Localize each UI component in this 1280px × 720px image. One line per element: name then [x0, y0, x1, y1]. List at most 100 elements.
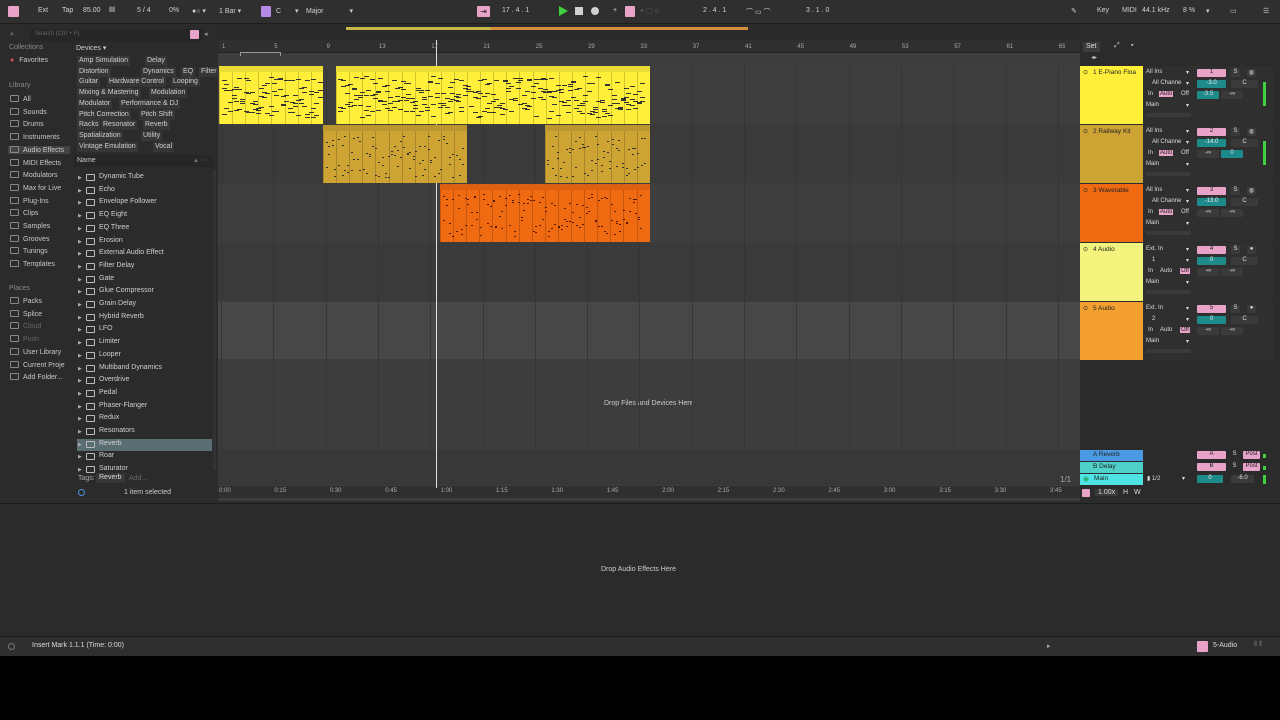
midi-clip[interactable]: [323, 125, 467, 183]
browser-file-item[interactable]: ▶ LFO: [77, 324, 212, 336]
browser-file-item[interactable]: ▶ Limiter: [77, 337, 212, 349]
zoom-field[interactable]: 1.00x: [1095, 489, 1119, 496]
metronome-icon[interactable]: ●○ ▾: [192, 7, 206, 15]
device-filter-chip[interactable]: Pitch Shift: [139, 109, 175, 120]
expand-arrow-icon[interactable]: ▶: [78, 315, 82, 321]
dropdown-arrow-icon[interactable]: ▾: [1186, 246, 1189, 253]
monitor-auto-button[interactable]: Auto: [1159, 209, 1174, 215]
track-activator[interactable]: 2: [1197, 128, 1226, 136]
device-filter-chip[interactable]: Guitar: [77, 77, 101, 88]
send-b-field[interactable]: 0: [1221, 150, 1243, 158]
expand-arrow-icon[interactable]: ▶: [78, 302, 82, 308]
dropdown-arrow-icon[interactable]: ▾: [1186, 257, 1189, 264]
sidebar-item-favorites[interactable]: ● Favorites: [10, 57, 48, 64]
expand-arrow-icon[interactable]: ▶: [78, 391, 82, 397]
track-header-1[interactable]: ⊙ 1 E-Piano Floa: [1080, 66, 1143, 124]
sidebar-item-plug-ins[interactable]: Plug-Ins: [8, 196, 70, 205]
place-item-push[interactable]: Push: [10, 335, 39, 343]
scale-dropdown[interactable]: Major ▾: [306, 7, 353, 15]
browser-file-item[interactable]: ▶ EQ Eight: [77, 210, 212, 222]
device-filter-chip[interactable]: Resonator: [101, 120, 138, 131]
return-header-b[interactable]: B Delay: [1080, 462, 1143, 473]
return-activator[interactable]: A: [1197, 451, 1226, 459]
dropdown-arrow-icon[interactable]: ▾: [1186, 279, 1189, 286]
device-filter-chip[interactable]: Modulator: [77, 98, 113, 109]
expand-arrow-icon[interactable]: ▶: [78, 289, 82, 295]
browser-file-item[interactable]: ▶ Reverb: [77, 438, 212, 451]
metronome-nudge-icon[interactable]: ⦀⦀: [109, 7, 115, 15]
key-scale-toggle-icon[interactable]: [261, 6, 271, 17]
lock-icon[interactable]: ▪: [1131, 42, 1133, 49]
send-a-field[interactable]: -∞: [1197, 209, 1219, 217]
sort-icon[interactable]: ▲ ⋯: [193, 157, 207, 164]
monitor-off-button[interactable]: Off: [1180, 327, 1190, 333]
sidebar-item-samples[interactable]: Samples: [8, 222, 70, 230]
browser-file-item[interactable]: ▶ Erosion: [77, 236, 212, 248]
return-post-toggle[interactable]: Post: [1243, 463, 1260, 471]
bar-ruler[interactable]: [218, 40, 1080, 53]
zoom-icon[interactable]: [1082, 489, 1090, 497]
monitor-auto-button[interactable]: Auto: [1159, 327, 1173, 333]
solo-button[interactable]: S: [1231, 128, 1240, 136]
groove-amount-field[interactable]: 0%: [169, 7, 179, 14]
expand-arrow-icon[interactable]: ▶: [78, 467, 82, 473]
device-filter-chip[interactable]: Performance & DJ: [119, 98, 181, 109]
monitor-off-button[interactable]: Off: [1180, 209, 1190, 215]
solo-button[interactable]: S: [1231, 69, 1240, 77]
device-filter-chip[interactable]: Reverb: [143, 120, 170, 131]
punch-loop-icons[interactable]: ⌒ ▭ ⌒: [746, 7, 771, 17]
send-a-field[interactable]: -∞: [1197, 150, 1219, 158]
pan-field[interactable]: C: [1231, 139, 1258, 147]
play-icon[interactable]: [559, 6, 568, 16]
overdub-icon[interactable]: +: [613, 7, 617, 14]
browser-file-item[interactable]: ▶ Looper: [77, 350, 212, 362]
sidebar-item-templates[interactable]: Templates: [8, 260, 70, 268]
track-activator[interactable]: 4: [1197, 246, 1226, 254]
dropdown-arrow-icon[interactable]: ▾: [1186, 128, 1189, 135]
browser-file-item[interactable]: ▶ Glue Compressor: [77, 286, 212, 298]
track-activator[interactable]: 5: [1197, 305, 1226, 313]
track-fold-icon[interactable]: ⊙: [1083, 187, 1088, 194]
input-type-dropdown[interactable]: All Ins: [1146, 128, 1162, 134]
solo-button[interactable]: S: [1231, 305, 1240, 313]
device-filter-chip[interactable]: Distortion: [77, 66, 111, 77]
input-channel-dropdown[interactable]: All Channe: [1152, 80, 1181, 86]
browser-file-item[interactable]: ▶ Envelope Follower: [77, 197, 212, 209]
arm-button[interactable]: ●: [1247, 305, 1256, 313]
expand-arrow-icon[interactable]: ▶: [78, 251, 82, 257]
track-lane-4[interactable]: [218, 243, 1080, 301]
browser-file-item[interactable]: ▶ Saturator: [77, 464, 212, 476]
browser-file-item[interactable]: ▶ Multiband Dynamics: [77, 363, 212, 375]
monitor-off-button[interactable]: Off: [1180, 91, 1190, 97]
view-menu-icon[interactable]: ☰: [1263, 7, 1269, 15]
device-filter-chip[interactable]: Vintage Emulation: [77, 141, 138, 152]
h-button[interactable]: H: [1123, 489, 1128, 496]
status-track-icon[interactable]: [1197, 641, 1208, 652]
send-b-field[interactable]: -∞: [1221, 209, 1243, 217]
input-channel-dropdown[interactable]: 1: [1152, 257, 1155, 263]
monitor-in-button[interactable]: In: [1148, 91, 1153, 97]
input-type-dropdown[interactable]: All Ins: [1146, 187, 1162, 193]
loop-brace[interactable]: [240, 52, 281, 56]
dropdown-arrow-icon[interactable]: ▾: [1186, 338, 1189, 345]
device-filter-chip[interactable]: Modulation: [149, 88, 188, 99]
dropdown-arrow-icon[interactable]: ▾: [1186, 139, 1189, 146]
browser-file-item[interactable]: ▶ Resonators: [77, 426, 212, 438]
track-fold-icon[interactable]: ⊙: [1083, 69, 1088, 76]
output-dropdown[interactable]: Main: [1146, 338, 1159, 344]
monitor-icon[interactable]: ◍: [1247, 187, 1256, 195]
sidebar-item-midi-effects[interactable]: MIDI Effects: [8, 158, 70, 167]
dropdown-arrow-icon[interactable]: ▾: [1186, 220, 1189, 227]
output-dropdown[interactable]: Main: [1146, 161, 1159, 167]
device-filter-chip[interactable]: Filter: [199, 66, 219, 77]
place-item-add-folder-[interactable]: Add Folder...: [10, 373, 63, 381]
app-menu-icon[interactable]: [8, 6, 19, 17]
device-filter-chip[interactable]: Utility: [141, 130, 163, 141]
dropdown-arrow-icon[interactable]: ▾: [1186, 102, 1189, 109]
pan-field[interactable]: C: [1231, 316, 1258, 324]
monitor-in-button[interactable]: In: [1148, 327, 1153, 333]
device-filter-chip[interactable]: EQ: [181, 66, 196, 77]
device-view[interactable]: Drop Audio Effects Here: [0, 503, 1280, 636]
loop-start-field[interactable]: 2 . 4 . 1: [703, 7, 726, 14]
sidebar-item-tunings[interactable]: Tunings: [8, 247, 70, 255]
